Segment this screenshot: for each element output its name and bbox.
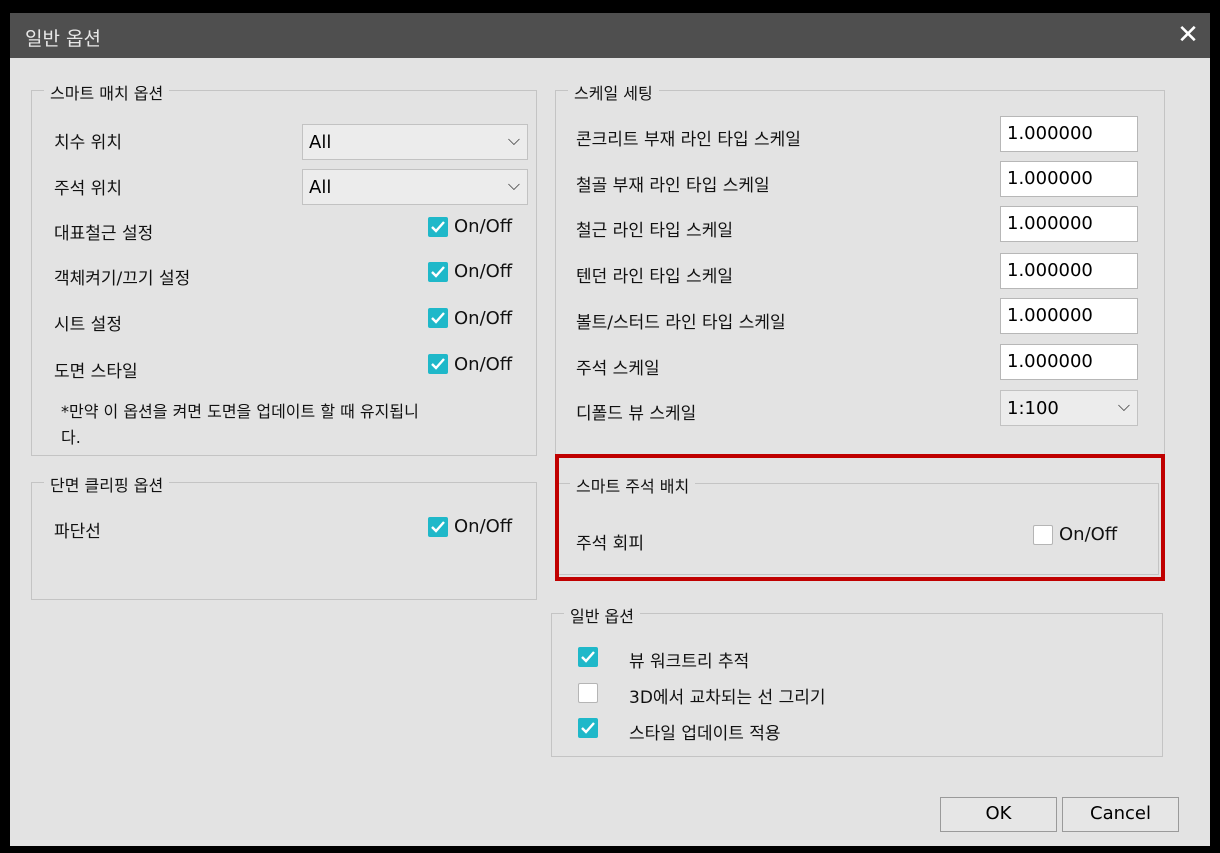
note-position-label: 주석 위치 <box>54 179 122 199</box>
object-toggle-checkbox[interactable] <box>428 262 448 282</box>
rep-rebar-toggle-text: On/Off <box>454 216 513 237</box>
apply-style-update-label: 스타일 업데이트 적용 <box>629 724 781 744</box>
apply-style-update-checkbox[interactable] <box>578 718 598 738</box>
concrete-scale-input[interactable]: 1.000000 <box>1000 116 1138 152</box>
steel-scale-value: 1.000000 <box>1007 168 1093 189</box>
general-options-dialog: 일반 옵션 ✕ 스마트 매치 옵션 치수 위치 All ⌵ 주석 위치 All … <box>10 13 1210 846</box>
section-clip-legend: 단면 클리핑 옵션 <box>44 472 170 496</box>
sheet-settings-label: 시트 설정 <box>54 315 122 335</box>
check-icon <box>431 358 445 370</box>
drawing-style-toggle-text: On/Off <box>454 354 513 375</box>
dialog-title: 일반 옵션 <box>25 28 101 50</box>
bolt-scale-label: 볼트/스터드 라인 타입 스케일 <box>576 313 786 333</box>
chevron-down-icon: ⌵ <box>507 130 520 149</box>
close-icon[interactable]: ✕ <box>1170 17 1206 53</box>
note-scale-input[interactable]: 1.000000 <box>1000 344 1138 380</box>
view-worktree-label: 뷰 워크트리 추적 <box>629 652 750 672</box>
update-note-line2: 다. <box>61 428 81 447</box>
note-position-select[interactable]: All ⌵ <box>302 169 528 205</box>
cancel-button[interactable]: Cancel <box>1062 797 1179 832</box>
dim-position-label: 치수 위치 <box>54 133 122 153</box>
break-line-label: 파단선 <box>54 522 101 542</box>
default-view-scale-select[interactable]: 1:100 ⌵ <box>1000 390 1138 426</box>
concrete-scale-label: 콘크리트 부재 라인 타입 스케일 <box>576 130 801 150</box>
default-view-scale-label: 디폴드 뷰 스케일 <box>576 404 697 424</box>
highlight-frame <box>555 454 1165 581</box>
rebar-scale-label: 철근 라인 타입 스케일 <box>576 221 733 241</box>
rep-rebar-label: 대표철근 설정 <box>54 224 154 244</box>
rebar-scale-input[interactable]: 1.000000 <box>1000 206 1138 242</box>
view-worktree-checkbox[interactable] <box>578 647 598 667</box>
drawing-style-checkbox[interactable] <box>428 354 448 374</box>
rebar-scale-value: 1.000000 <box>1007 213 1093 234</box>
steel-scale-input[interactable]: 1.000000 <box>1000 161 1138 197</box>
tendon-scale-value: 1.000000 <box>1007 260 1093 281</box>
check-icon <box>431 312 445 324</box>
rep-rebar-checkbox[interactable] <box>428 217 448 237</box>
chevron-down-icon: ⌵ <box>1117 396 1130 415</box>
general-options-legend: 일반 옵션 <box>564 603 640 627</box>
tendon-scale-input[interactable]: 1.000000 <box>1000 253 1138 289</box>
object-toggle-text: On/Off <box>454 261 513 282</box>
note-scale-label: 주석 스케일 <box>576 359 660 379</box>
break-line-checkbox[interactable] <box>428 517 448 537</box>
update-note-line1: *만약 이 옵션을 켜면 도면을 업데이트 할 때 유지됩니 <box>61 402 419 421</box>
default-view-scale-value: 1:100 <box>1007 398 1059 419</box>
object-toggle-label: 객체켜기/끄기 설정 <box>54 269 191 289</box>
note-position-value: All <box>309 177 332 198</box>
dim-position-select[interactable]: All ⌵ <box>302 124 528 160</box>
chevron-down-icon: ⌵ <box>507 175 520 194</box>
sheet-settings-checkbox[interactable] <box>428 308 448 328</box>
sheet-settings-toggle-text: On/Off <box>454 308 513 329</box>
break-line-toggle-text: On/Off <box>454 516 513 537</box>
check-icon <box>431 221 445 233</box>
draw-3d-lines-label: 3D에서 교차되는 선 그리기 <box>629 688 826 708</box>
steel-scale-label: 철골 부재 라인 타입 스케일 <box>576 176 770 196</box>
check-icon <box>581 651 595 663</box>
concrete-scale-value: 1.000000 <box>1007 123 1093 144</box>
smart-match-legend: 스마트 매치 옵션 <box>44 80 170 104</box>
draw-3d-lines-checkbox[interactable] <box>578 683 598 703</box>
bolt-scale-input[interactable]: 1.000000 <box>1000 298 1138 334</box>
title-bar: 일반 옵션 ✕ <box>10 13 1210 58</box>
scale-legend: 스케일 세팅 <box>568 80 659 104</box>
dim-position-value: All <box>309 132 332 153</box>
section-clip-group: 단면 클리핑 옵션 <box>31 472 537 600</box>
drawing-style-label: 도면 스타일 <box>54 362 138 382</box>
note-scale-value: 1.000000 <box>1007 351 1093 372</box>
check-icon <box>431 266 445 278</box>
ok-button[interactable]: OK <box>940 797 1057 832</box>
check-icon <box>581 722 595 734</box>
bolt-scale-value: 1.000000 <box>1007 305 1093 326</box>
check-icon <box>431 521 445 533</box>
tendon-scale-label: 텐던 라인 타입 스케일 <box>576 267 733 287</box>
